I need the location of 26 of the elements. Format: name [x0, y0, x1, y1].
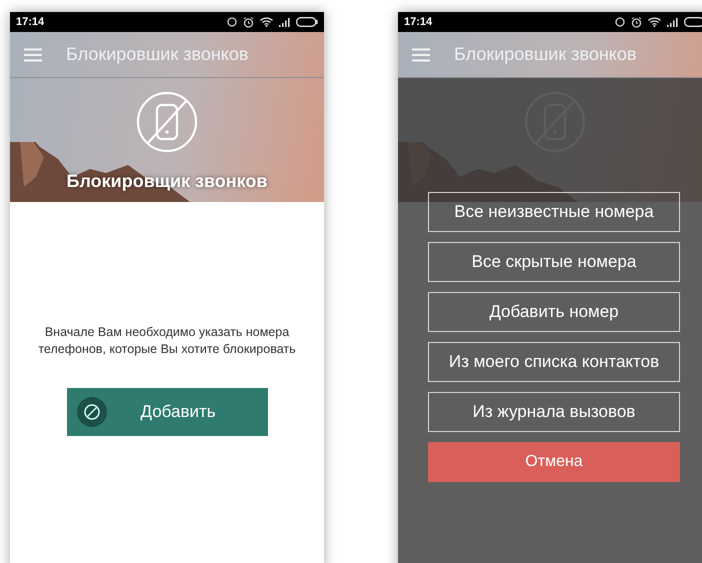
wifi-icon	[648, 17, 661, 27]
status-time: 17:14	[16, 16, 44, 28]
circle-icon	[227, 17, 237, 27]
add-button[interactable]: Добавить	[66, 388, 268, 436]
signal-icon	[279, 18, 290, 26]
alarm-clock-icon	[631, 16, 642, 28]
circle-icon	[615, 17, 625, 27]
option-button[interactable]: Из журнала вызовов	[428, 392, 680, 432]
battery-icon	[296, 17, 318, 27]
alarm-clock-icon	[243, 16, 254, 28]
blocked-phone-icon	[135, 90, 199, 154]
option-button[interactable]: Все скрытые номера	[428, 242, 680, 282]
signal-icon	[667, 18, 678, 26]
instruction-text: Вначале Вам необходимо указать номера телефонов, которые Вы хотите блокировать	[38, 324, 296, 358]
block-icon	[76, 397, 106, 427]
option-button[interactable]: Все неизвестные номера	[428, 192, 680, 232]
wifi-icon	[260, 17, 273, 27]
option-button[interactable]: Из моего списка контактов	[428, 342, 680, 382]
app-title: Блокировшик звонков	[454, 44, 636, 65]
battery-icon	[684, 17, 702, 27]
option-button[interactable]: Добавить номер	[428, 292, 680, 332]
cancel-button[interactable]: Отмена	[428, 442, 680, 482]
app-title: Блокировшик звонков	[66, 44, 248, 65]
menu-icon[interactable]	[412, 48, 430, 62]
menu-icon[interactable]	[24, 48, 42, 62]
status-time: 17:14	[404, 16, 432, 28]
